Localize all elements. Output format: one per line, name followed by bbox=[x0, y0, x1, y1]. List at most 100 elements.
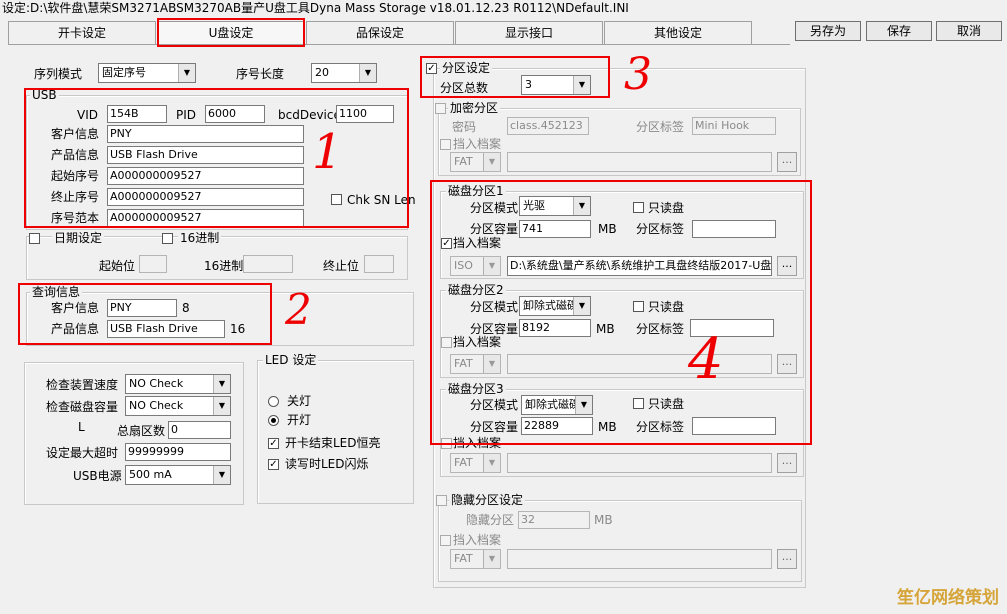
disk3-readonly-checkbox[interactable] bbox=[633, 398, 644, 409]
disk3-tag-field[interactable] bbox=[692, 417, 776, 435]
serial-length-select[interactable]: 20 ▼ bbox=[311, 63, 377, 83]
check-speed-select[interactable]: NO Check ▼ bbox=[125, 374, 231, 394]
disk3-mode-select[interactable]: 卸除式磁碟 ▼ bbox=[521, 395, 593, 415]
pid-label: PID bbox=[176, 108, 197, 122]
disk3-browse-button[interactable]: ... bbox=[777, 453, 797, 473]
disk1-tag-field[interactable] bbox=[692, 220, 776, 238]
chevron-down-icon: ▼ bbox=[483, 550, 500, 568]
pid-field[interactable]: 6000 bbox=[205, 105, 265, 123]
date-settings-checkbox[interactable] bbox=[29, 233, 40, 244]
bcd-field[interactable]: 1100 bbox=[336, 105, 394, 123]
disk1-readonly-label: 只读盘 bbox=[648, 201, 685, 215]
vid-field[interactable]: 154B bbox=[107, 105, 167, 123]
partition-settings-checkbox[interactable]: ✓ bbox=[426, 63, 437, 74]
encrypt-checkbox[interactable] bbox=[435, 103, 446, 114]
disk2-fs-select[interactable]: FAT ▼ bbox=[450, 354, 501, 374]
encrypt-password-label: 密码 bbox=[452, 120, 477, 134]
serial-mode-label: 序列模式 bbox=[34, 67, 83, 81]
chevron-down-icon: ▼ bbox=[213, 397, 230, 415]
encrypt-browse-button[interactable]: ... bbox=[777, 152, 797, 172]
encrypt-fs-value: FAT bbox=[454, 155, 473, 168]
encrypt-fs-select[interactable]: FAT ▼ bbox=[450, 152, 501, 172]
encrypt-password-field[interactable]: class.452123 bbox=[507, 117, 589, 135]
tab-udisk-settings[interactable]: U盘设定 bbox=[157, 21, 305, 44]
customer-info-field[interactable]: PNY bbox=[107, 125, 304, 143]
chk-sn-len-checkbox[interactable] bbox=[331, 194, 342, 205]
disk2-unit: MB bbox=[596, 322, 615, 336]
partition-total-select[interactable]: 3 ▼ bbox=[521, 75, 591, 95]
check-capacity-value: NO Check bbox=[129, 399, 184, 412]
disk1-browse-button[interactable]: ... bbox=[777, 256, 797, 276]
partition-total-value: 3 bbox=[525, 78, 532, 91]
led-off-radio[interactable] bbox=[268, 396, 279, 407]
disk2-readonly-checkbox[interactable] bbox=[633, 301, 644, 312]
disk2-file-field[interactable] bbox=[507, 354, 772, 374]
date-settings-label: 日期设定 bbox=[52, 231, 105, 245]
hidden-browse-button[interactable]: ... bbox=[777, 549, 797, 569]
disk2-mode-select[interactable]: 卸除式磁碟 ▼ bbox=[519, 296, 591, 316]
hidden-part-label: 隐藏分区 bbox=[466, 513, 515, 527]
disk3-file-field[interactable] bbox=[507, 453, 772, 473]
disk2-mode-label: 分区模式 bbox=[470, 300, 519, 314]
encrypt-tag-field[interactable]: Mini Hook bbox=[692, 117, 776, 135]
encrypt-file-field[interactable] bbox=[507, 152, 772, 172]
end-bit-field[interactable] bbox=[364, 255, 394, 273]
disk3-load-checkbox[interactable] bbox=[441, 438, 452, 449]
disk1-cap-field[interactable]: 741 bbox=[519, 220, 591, 238]
disk1-file-field[interactable]: D:\系统盘\量产系统\系统维护工具盘终结版2017-U盘 bbox=[507, 256, 772, 276]
max-timeout-field[interactable]: 99999999 bbox=[125, 443, 231, 461]
hex-checkbox[interactable] bbox=[162, 233, 173, 244]
disk3-fs-select[interactable]: FAT ▼ bbox=[450, 453, 501, 473]
max-timeout-label: 设定最大超时 bbox=[46, 446, 119, 460]
save-as-button[interactable]: 另存为 bbox=[795, 21, 861, 41]
cancel-button[interactable]: 取消 bbox=[936, 21, 1002, 41]
tab-display-interface[interactable]: 显示接口 bbox=[455, 21, 603, 44]
query-customer-field[interactable]: PNY bbox=[107, 299, 177, 317]
disk2-cap-field[interactable]: 8192 bbox=[519, 319, 591, 337]
usb-group-label: USB bbox=[30, 88, 59, 102]
disk1-mode-value: 光驱 bbox=[523, 199, 545, 212]
tab-qa-settings[interactable]: 品保设定 bbox=[306, 21, 454, 44]
hidden-load-checkbox[interactable] bbox=[440, 535, 451, 546]
disk1-load-checkbox[interactable]: ✓ bbox=[441, 238, 452, 249]
start-serial-field[interactable]: A000000009527 bbox=[107, 167, 304, 185]
disk2-tag-label: 分区标签 bbox=[636, 322, 685, 336]
led-blink-checkbox[interactable]: ✓ bbox=[268, 459, 279, 470]
hidden-file-field[interactable] bbox=[507, 549, 772, 569]
serial-sample-field[interactable]: A000000009527 bbox=[107, 209, 304, 227]
disk2-load-checkbox[interactable] bbox=[441, 337, 452, 348]
disk1-load-label: 挡入档案 bbox=[453, 236, 502, 250]
total-sectors-field[interactable]: 0 bbox=[168, 421, 231, 439]
hidden-partition-checkbox[interactable] bbox=[436, 495, 447, 506]
usb-power-value: 500 mA bbox=[129, 468, 172, 481]
disk1-readonly-checkbox[interactable] bbox=[633, 202, 644, 213]
disk1-fs-select[interactable]: ISO ▼ bbox=[450, 256, 501, 276]
encrypt-load-checkbox[interactable] bbox=[440, 139, 451, 150]
start-bit-field[interactable] bbox=[139, 255, 167, 273]
led-on-radio[interactable] bbox=[268, 415, 279, 426]
check-capacity-select[interactable]: NO Check ▼ bbox=[125, 396, 231, 416]
tab-card-settings[interactable]: 开卡设定 bbox=[8, 21, 156, 44]
end-serial-field[interactable]: A000000009527 bbox=[107, 188, 304, 206]
serial-mode-select[interactable]: 固定序号 ▼ bbox=[98, 63, 196, 83]
hidden-part-unit: MB bbox=[594, 513, 613, 527]
product-info-label: 产品信息 bbox=[51, 148, 100, 162]
disk2-browse-button[interactable]: ... bbox=[777, 354, 797, 374]
hex-value-field[interactable] bbox=[243, 255, 293, 273]
product-info-field[interactable]: USB Flash Drive bbox=[107, 146, 304, 164]
chevron-down-icon: ▼ bbox=[575, 396, 592, 414]
serial-length-value: 20 bbox=[315, 66, 329, 79]
customer-info-label: 客户信息 bbox=[51, 127, 100, 141]
hidden-part-field[interactable]: 32 bbox=[518, 511, 590, 529]
check-speed-value: NO Check bbox=[129, 377, 184, 390]
led-steady-checkbox[interactable]: ✓ bbox=[268, 438, 279, 449]
disk3-cap-field[interactable]: 22889 bbox=[521, 417, 593, 435]
usb-power-select[interactable]: 500 mA ▼ bbox=[125, 465, 231, 485]
hidden-fs-select[interactable]: FAT ▼ bbox=[450, 549, 501, 569]
chk-sn-len-label: Chk SN Len bbox=[347, 193, 416, 207]
query-product-field[interactable]: USB Flash Drive bbox=[107, 320, 225, 338]
hex-label: 16进制 bbox=[178, 231, 222, 245]
disk1-mode-select[interactable]: 光驱 ▼ bbox=[519, 196, 591, 216]
save-button[interactable]: 保存 bbox=[866, 21, 932, 41]
tab-other-settings[interactable]: 其他设定 bbox=[604, 21, 752, 44]
